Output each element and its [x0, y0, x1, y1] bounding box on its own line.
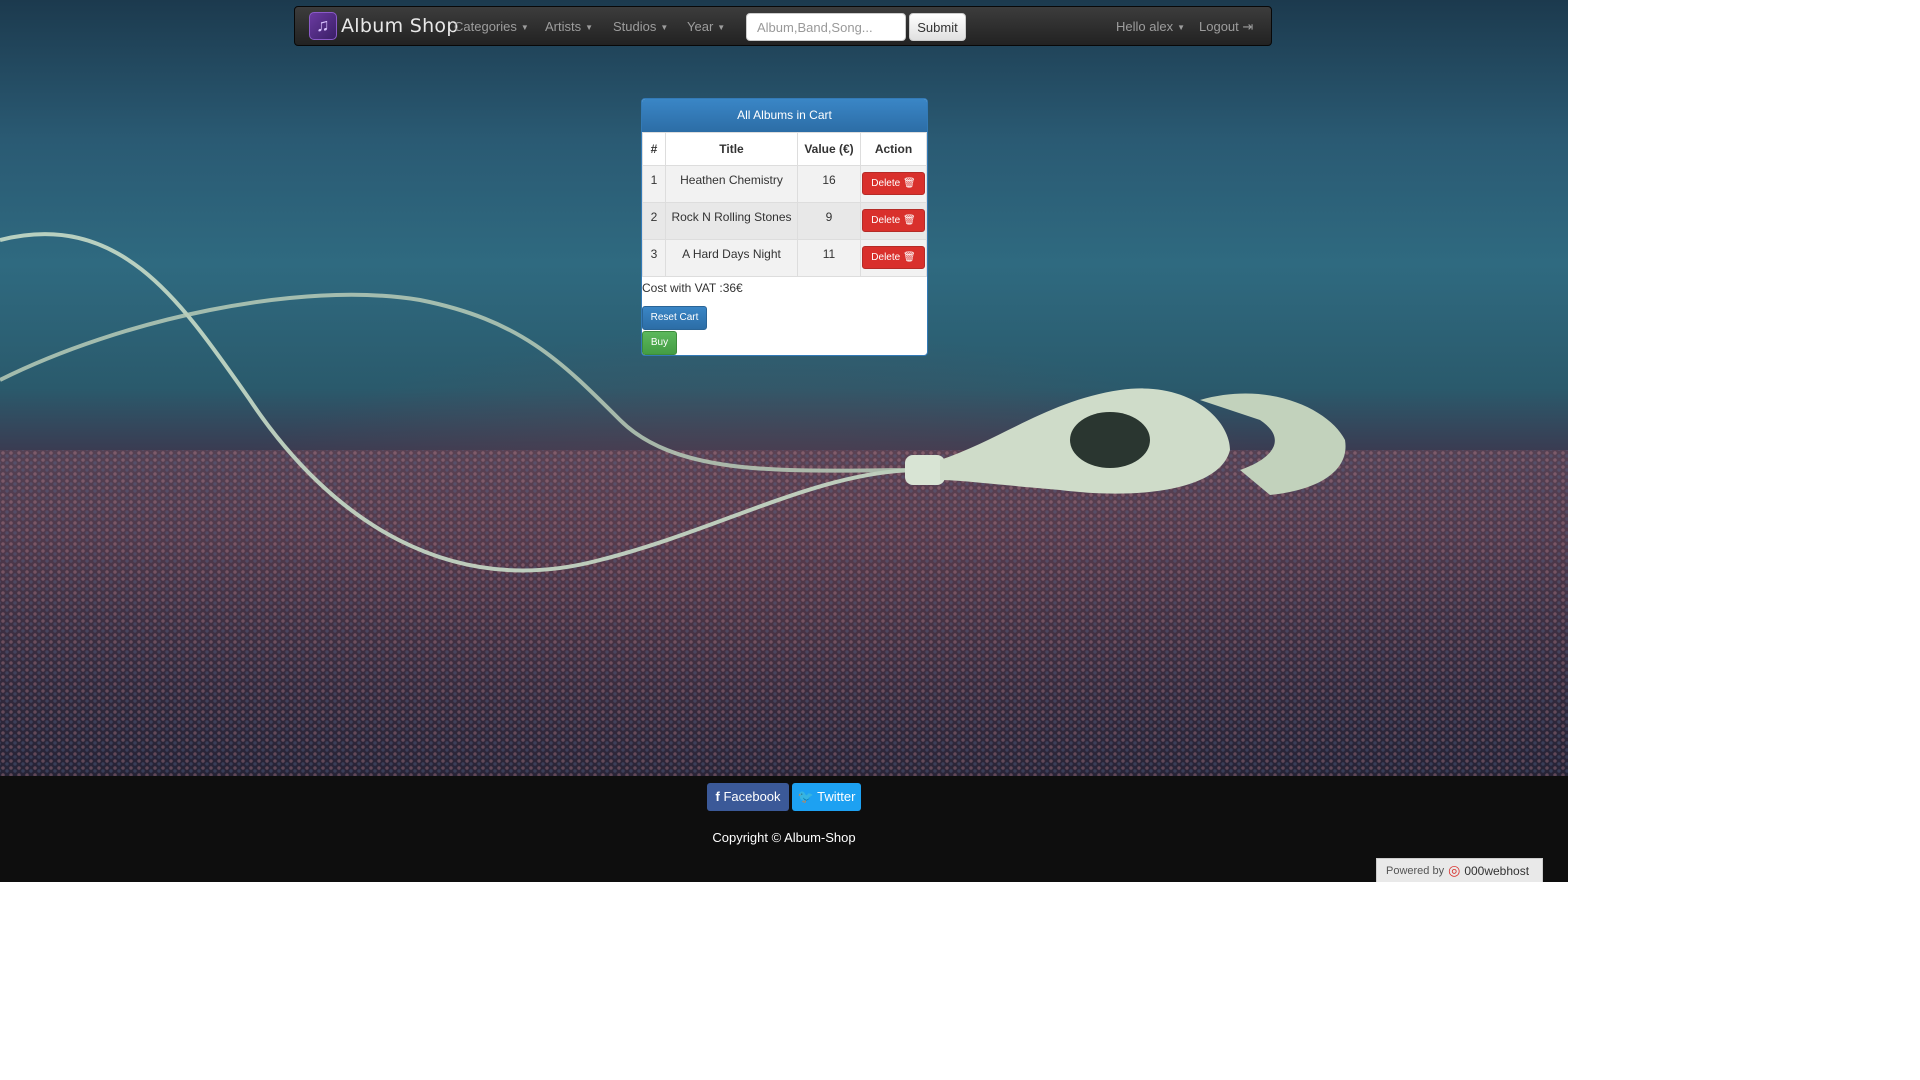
copyright-text: Copyright © Album-Shop — [712, 830, 856, 845]
top-navbar: Album Shop Categories▼ Artists▼ Studios▼… — [294, 6, 1272, 46]
page-footer: f Facebook 🐦 Twitter Copyright © Album-S… — [0, 776, 1568, 882]
column-header-value: Value (€) — [797, 132, 861, 166]
row-value: 11 — [797, 239, 861, 277]
row-number: 1 — [642, 165, 666, 203]
trash-icon: 🗑 — [902, 252, 916, 263]
brand-logo[interactable]: Album Shop — [309, 12, 459, 40]
buy-button[interactable]: Buy — [642, 331, 677, 355]
host-logo-icon: ◎ — [1448, 862, 1461, 878]
delete-button[interactable]: Delete 🗑 — [862, 172, 925, 195]
studios-dropdown[interactable]: Studios ▼ — [613, 19, 668, 34]
year-dropdown[interactable]: Year ▼ — [687, 19, 725, 34]
twitter-button[interactable]: 🐦 Twitter — [792, 783, 861, 811]
twitter-icon: 🐦 — [797, 789, 814, 804]
column-header-number: # — [642, 132, 666, 166]
delete-button[interactable]: Delete 🗑 — [862, 246, 925, 269]
delete-label: Delete — [871, 178, 901, 189]
delete-label: Delete — [871, 252, 901, 263]
cart-table: # Title Value (€) Action 1 Heathen Chemi… — [642, 132, 927, 277]
studios-label: Studios — [613, 19, 657, 34]
trash-icon: 🗑 — [902, 215, 916, 226]
artists-dropdown[interactable]: Artists ▼ — [545, 19, 593, 34]
logout-link[interactable]: Logout ⇥ — [1199, 19, 1253, 35]
row-title: A Hard Days Night — [665, 239, 798, 277]
cart-panel: All Albums in Cart # Title Value (€) Act… — [641, 98, 928, 356]
trash-icon: 🗑 — [902, 178, 916, 189]
logout-icon: ⇥ — [1242, 19, 1254, 34]
caret-down-icon: ▼ — [1177, 23, 1186, 33]
powered-by-label: Powered by — [1386, 864, 1445, 877]
row-number: 3 — [642, 239, 666, 277]
row-action: Delete 🗑 — [860, 165, 927, 203]
facebook-icon: f — [715, 789, 720, 804]
facebook-button[interactable]: f Facebook — [707, 783, 789, 811]
search-input[interactable] — [746, 13, 906, 41]
facebook-label: Facebook — [723, 789, 781, 804]
delete-button[interactable]: Delete 🗑 — [862, 209, 925, 232]
reset-cart-button[interactable]: Reset Cart — [642, 306, 707, 330]
row-action: Delete 🗑 — [860, 239, 927, 277]
caret-down-icon: ▼ — [660, 23, 669, 33]
caret-down-icon: ▼ — [717, 23, 726, 33]
twitter-label: Twitter — [817, 789, 856, 804]
row-number: 2 — [642, 202, 666, 240]
table-row: 1 Heathen Chemistry 16 Delete 🗑 — [642, 165, 927, 203]
row-value: 16 — [797, 165, 861, 203]
table-row: 2 Rock N Rolling Stones 9 Delete 🗑 — [642, 202, 927, 240]
music-note-icon — [309, 12, 337, 40]
cost-with-vat: Cost with VAT :36€ — [642, 281, 743, 295]
brand-name: Album Shop — [341, 15, 459, 37]
table-header-row: # Title Value (€) Action — [642, 132, 927, 166]
search-submit-button[interactable]: Submit — [909, 13, 966, 41]
delete-label: Delete — [871, 215, 901, 226]
table-row: 3 A Hard Days Night 11 Delete 🗑 — [642, 239, 927, 277]
logout-label: Logout — [1199, 19, 1239, 34]
row-title: Rock N Rolling Stones — [665, 202, 798, 240]
caret-down-icon: ▼ — [585, 23, 594, 33]
row-title: Heathen Chemistry — [665, 165, 798, 203]
powered-by-badge[interactable]: Powered by ◎ 000webhost — [1376, 858, 1543, 882]
artists-label: Artists — [545, 19, 582, 34]
user-dropdown[interactable]: Hello alex ▼ — [1116, 19, 1185, 34]
column-header-title: Title — [665, 132, 798, 166]
caret-down-icon: ▼ — [520, 23, 529, 33]
cart-heading: All Albums in Cart — [642, 99, 927, 132]
categories-dropdown[interactable]: Categories ▼ — [454, 19, 529, 34]
categories-label: Categories — [454, 19, 517, 34]
row-value: 9 — [797, 202, 861, 240]
user-greeting: Hello alex — [1116, 19, 1174, 34]
column-header-action: Action — [860, 132, 927, 166]
row-action: Delete 🗑 — [860, 202, 927, 240]
year-label: Year — [687, 19, 714, 34]
host-name: 000webhost — [1464, 863, 1530, 878]
